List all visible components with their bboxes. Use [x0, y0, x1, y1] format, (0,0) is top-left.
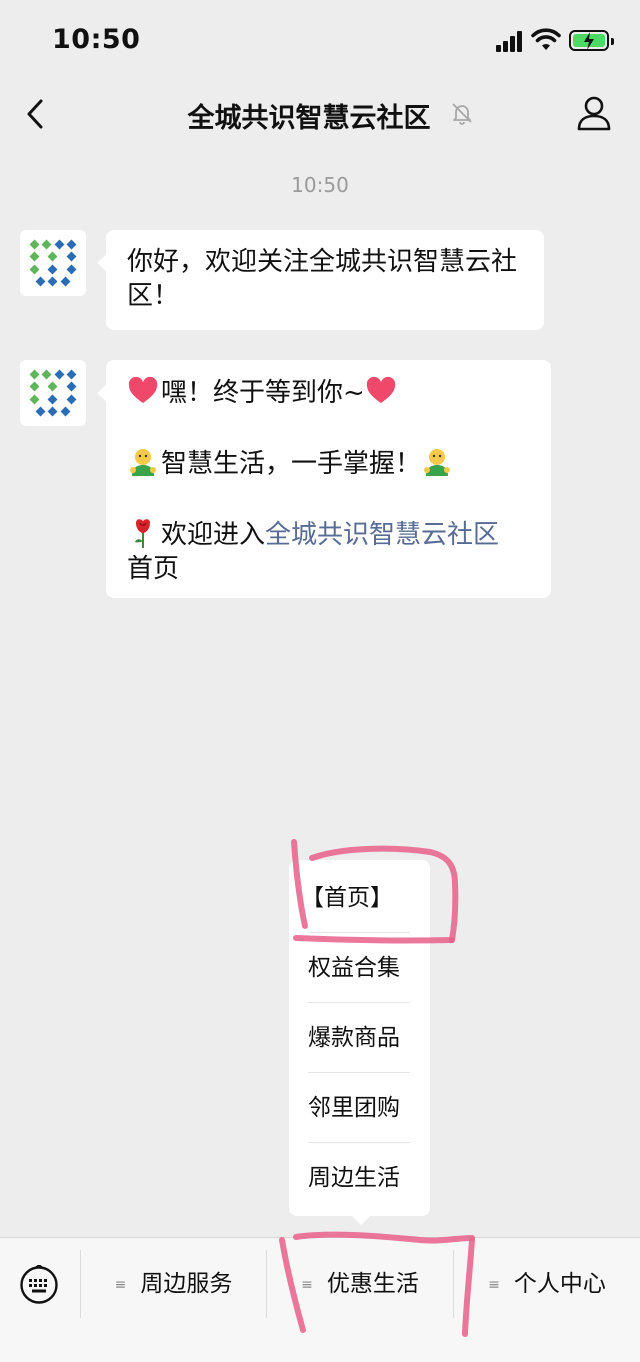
- keyboard-toggle-button[interactable]: [0, 1238, 80, 1333]
- welcome-prefix: 欢迎进入: [161, 520, 266, 550]
- submenu-item-home[interactable]: 【首页】: [301, 863, 403, 933]
- slogan-text: 智慧生活，一手掌握！: [161, 449, 422, 479]
- person-icon[interactable]: [576, 94, 612, 132]
- community-logo-icon: [29, 239, 77, 287]
- list-icon: ≡: [114, 1277, 127, 1293]
- status-bar: 10:50: [0, 0, 640, 80]
- submenu-item-group-buy[interactable]: 邻里团购: [308, 1073, 410, 1143]
- battery-icon: [569, 30, 614, 51]
- person-emoji: [424, 449, 451, 476]
- greeting-text: 嘿！终于等到你~: [161, 378, 365, 408]
- list-icon: ≡: [488, 1277, 500, 1293]
- rose-emoji: [135, 519, 150, 548]
- list-icon: ≡: [301, 1277, 313, 1293]
- menu-button-discount-life[interactable]: ≡ 优惠生活: [267, 1238, 453, 1333]
- message-bubble[interactable]: 嘿！终于等到你~ 智慧生活，一手掌握！ 欢迎进入全城共识智慧云社区首页: [97, 360, 551, 598]
- community-logo-icon: [29, 369, 77, 417]
- message-line: 欢迎进入全城共识智慧云社区首页: [127, 517, 531, 586]
- menu-button-label: 优惠生活: [326, 1271, 419, 1297]
- submenu-item-hot-products[interactable]: 爆款商品: [308, 1003, 410, 1073]
- keyboard-icon: [20, 1265, 58, 1304]
- wifi-icon: [531, 28, 561, 50]
- message-timestamp: 10:50: [291, 173, 349, 197]
- message-bubble[interactable]: 你好，欢迎关注全城共识智慧云社区！: [97, 230, 544, 330]
- message-text: 你好，欢迎关注全城共识智慧云社区！: [127, 247, 518, 311]
- home-indicator-area: [0, 1332, 640, 1362]
- welcome-suffix: 首页: [127, 554, 180, 584]
- message-line: 智慧生活，一手掌握！: [127, 446, 531, 481]
- heart-emoji: [128, 376, 158, 403]
- person-emoji: [130, 449, 156, 476]
- page-title: 全城共识智慧云社区: [187, 103, 431, 134]
- bell-off-icon: [452, 103, 472, 125]
- heart-emoji: [366, 376, 395, 403]
- menu-button-personal-center[interactable]: ≡ 个人中心: [454, 1238, 640, 1333]
- submenu-item-benefits[interactable]: 权益合集: [308, 933, 410, 1003]
- submenu-popup: 【首页】 权益合集 爆款商品 邻里团购 周边生活: [289, 860, 430, 1225]
- submenu-item-nearby-life[interactable]: 周边生活: [308, 1143, 410, 1213]
- custom-menu-bar: ≡ 周边服务 ≡ 优惠生活 ≡ 个人中心: [0, 1237, 640, 1332]
- avatar[interactable]: [20, 230, 86, 296]
- menu-button-label: 个人中心: [513, 1271, 606, 1297]
- status-time: 10:50: [52, 24, 141, 55]
- community-home-link[interactable]: 全城共识智慧云社区: [265, 520, 499, 550]
- menu-button-nearby-services[interactable]: ≡ 周边服务: [81, 1238, 266, 1333]
- signal-icon: [496, 30, 524, 52]
- avatar[interactable]: [20, 360, 86, 426]
- message-line: 嘿！终于等到你~: [127, 375, 531, 410]
- menu-button-label: 周边服务: [140, 1271, 233, 1297]
- nav-bar: 全城共识智慧云社区: [0, 80, 640, 148]
